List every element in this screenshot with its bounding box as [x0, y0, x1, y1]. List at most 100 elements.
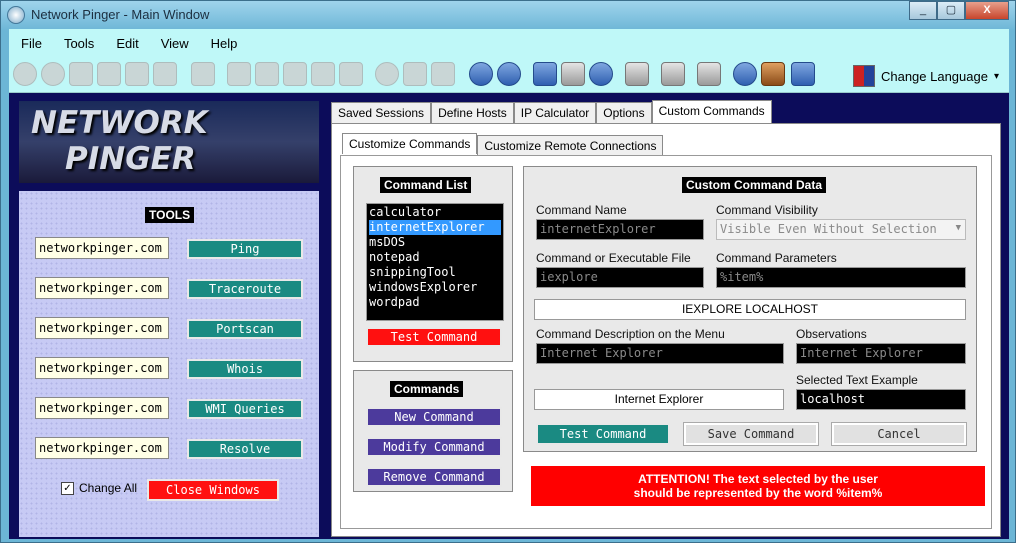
cancel-button[interactable]: Cancel: [831, 422, 967, 446]
ip-calculator-icon[interactable]: [69, 62, 93, 86]
custom-data-header: Custom Command Data: [682, 177, 827, 193]
logo-line2: PINGER: [65, 141, 196, 177]
zoom-in-icon[interactable]: [469, 62, 493, 86]
a-icon[interactable]: [375, 62, 399, 86]
list-item[interactable]: calculator: [369, 205, 501, 220]
list-item[interactable]: wordpad: [369, 295, 501, 310]
wmi-host-input[interactable]: networkpinger.com: [35, 397, 169, 419]
tab-custom-commands[interactable]: Custom Commands: [651, 100, 772, 124]
test-command-button[interactable]: Test Command: [536, 423, 670, 445]
close-button[interactable]: X: [965, 1, 1009, 20]
list-test-command-button[interactable]: Test Command: [366, 327, 502, 347]
attention-line1: ATTENTION! The text selected by the user: [638, 472, 878, 486]
modify-command-button[interactable]: Modify Command: [366, 437, 502, 457]
whois-host-input[interactable]: networkpinger.com: [35, 357, 169, 379]
ping-host-input[interactable]: networkpinger.com: [35, 237, 169, 259]
change-language-label: Change Language: [880, 68, 988, 84]
close-windows-button[interactable]: Close Windows: [147, 479, 279, 501]
network-icon[interactable]: [227, 62, 251, 86]
toolbar: Change Language ▾: [9, 57, 1009, 93]
wmi-queries-button[interactable]: WMI Queries: [187, 399, 303, 419]
toolbox-icon[interactable]: [761, 62, 785, 86]
remove-command-button[interactable]: Remove Command: [366, 467, 502, 487]
tab-options[interactable]: Options: [596, 102, 652, 123]
list-item[interactable]: windowsExplorer: [369, 280, 501, 295]
tab-define-hosts[interactable]: Define Hosts: [431, 102, 514, 123]
observations-field[interactable]: Internet Explorer: [796, 343, 966, 364]
traceroute-host-input[interactable]: networkpinger.com: [35, 277, 169, 299]
change-language[interactable]: Change Language ▾: [852, 65, 999, 87]
description-field[interactable]: Internet Explorer: [536, 343, 784, 364]
portscan-icon[interactable]: [97, 62, 121, 86]
list-item[interactable]: msDOS: [369, 235, 501, 250]
maximize-button[interactable]: ▢: [937, 1, 965, 20]
command-visibility-select[interactable]: Visible Even Without Selection ▼: [716, 219, 966, 240]
monitor-icon[interactable]: [283, 62, 307, 86]
command-name-field[interactable]: internetExplorer: [536, 219, 704, 240]
list-item[interactable]: notepad: [369, 250, 501, 265]
tab-customize-remote-connections[interactable]: Customize Remote Connections: [477, 135, 664, 156]
plug-icon[interactable]: [311, 62, 335, 86]
printer-icon[interactable]: [697, 62, 721, 86]
menu-view[interactable]: View: [161, 36, 189, 51]
bank-icon[interactable]: [403, 62, 427, 86]
tab-customize-commands[interactable]: Customize Commands: [342, 133, 478, 154]
description-label: Command Description on the Menu: [536, 327, 725, 341]
customize-commands-panel: Command List calculator internetExplorer…: [340, 155, 992, 529]
chevron-down-icon: ▼: [955, 223, 961, 233]
connector-icon[interactable]: [339, 62, 363, 86]
menu-file[interactable]: File: [21, 36, 42, 51]
wmi-icon[interactable]: [153, 62, 177, 86]
exit-door-icon[interactable]: [791, 62, 815, 86]
command-name-label: Command Name: [536, 203, 627, 217]
image-icon[interactable]: [255, 62, 279, 86]
whois-button[interactable]: Whois: [187, 359, 303, 379]
ping-icon[interactable]: [13, 62, 37, 86]
save-command-button[interactable]: Save Command: [683, 422, 819, 446]
zoom-out-icon[interactable]: [497, 62, 521, 86]
command-preview: IEXPLORE LOCALHOST: [534, 299, 966, 320]
new-command-button[interactable]: New Command: [366, 407, 502, 427]
font-icon[interactable]: [625, 62, 649, 86]
portscan-button[interactable]: Portscan: [187, 319, 303, 339]
traceroute-button[interactable]: Traceroute: [187, 279, 303, 299]
menu-description-preview: Internet Explorer: [534, 389, 784, 410]
custom-commands-panel: Customize Commands Customize Remote Conn…: [331, 123, 1001, 537]
exec-file-field[interactable]: iexplore: [536, 267, 704, 288]
tab-saved-sessions[interactable]: Saved Sessions: [331, 102, 432, 123]
command-params-label: Command Parameters: [716, 251, 837, 265]
handshake-icon[interactable]: [431, 62, 455, 86]
menu-edit[interactable]: Edit: [116, 36, 138, 51]
command-listbox[interactable]: calculator internetExplorer msDOS notepa…: [366, 203, 504, 321]
change-all-label: Change All: [79, 481, 138, 495]
command-list-header: Command List: [380, 177, 472, 193]
change-all-checkbox[interactable]: ✓ Change All: [61, 481, 137, 495]
ship-icon[interactable]: [191, 62, 215, 86]
main-tabs: Saved Sessions Define Hosts IP Calculato…: [331, 100, 772, 124]
copy-icon[interactable]: [561, 62, 585, 86]
custom-command-data-group: Custom Command Data Command Name interne…: [523, 166, 977, 452]
portscan-host-input[interactable]: networkpinger.com: [35, 317, 169, 339]
selected-text-field[interactable]: localhost: [796, 389, 966, 410]
search-icon[interactable]: [589, 62, 613, 86]
command-params-field[interactable]: %item%: [716, 267, 966, 288]
help-icon[interactable]: [733, 62, 757, 86]
whois-icon[interactable]: [125, 62, 149, 86]
list-item[interactable]: snippingTool: [369, 265, 501, 280]
window-title: Network Pinger - Main Window: [31, 7, 210, 22]
commands-group: Commands New Command Modify Command Remo…: [353, 370, 513, 492]
resolve-host-input[interactable]: networkpinger.com: [35, 437, 169, 459]
menu-help[interactable]: Help: [211, 36, 238, 51]
tab-ip-calculator[interactable]: IP Calculator: [513, 102, 597, 123]
minimize-button[interactable]: _: [909, 1, 937, 20]
menu-tools[interactable]: Tools: [64, 36, 94, 51]
save-icon[interactable]: [661, 62, 685, 86]
traceroute-icon[interactable]: [41, 62, 65, 86]
command-list-group: Command List calculator internetExplorer…: [353, 166, 513, 362]
resolve-button[interactable]: Resolve: [187, 439, 303, 459]
list-item-selected[interactable]: internetExplorer: [369, 220, 501, 235]
attention-banner: ATTENTION! The text selected by the user…: [531, 466, 985, 506]
ping-button[interactable]: Ping: [187, 239, 303, 259]
list-icon[interactable]: [533, 62, 557, 86]
logo: NETWORK PINGER: [19, 101, 319, 183]
